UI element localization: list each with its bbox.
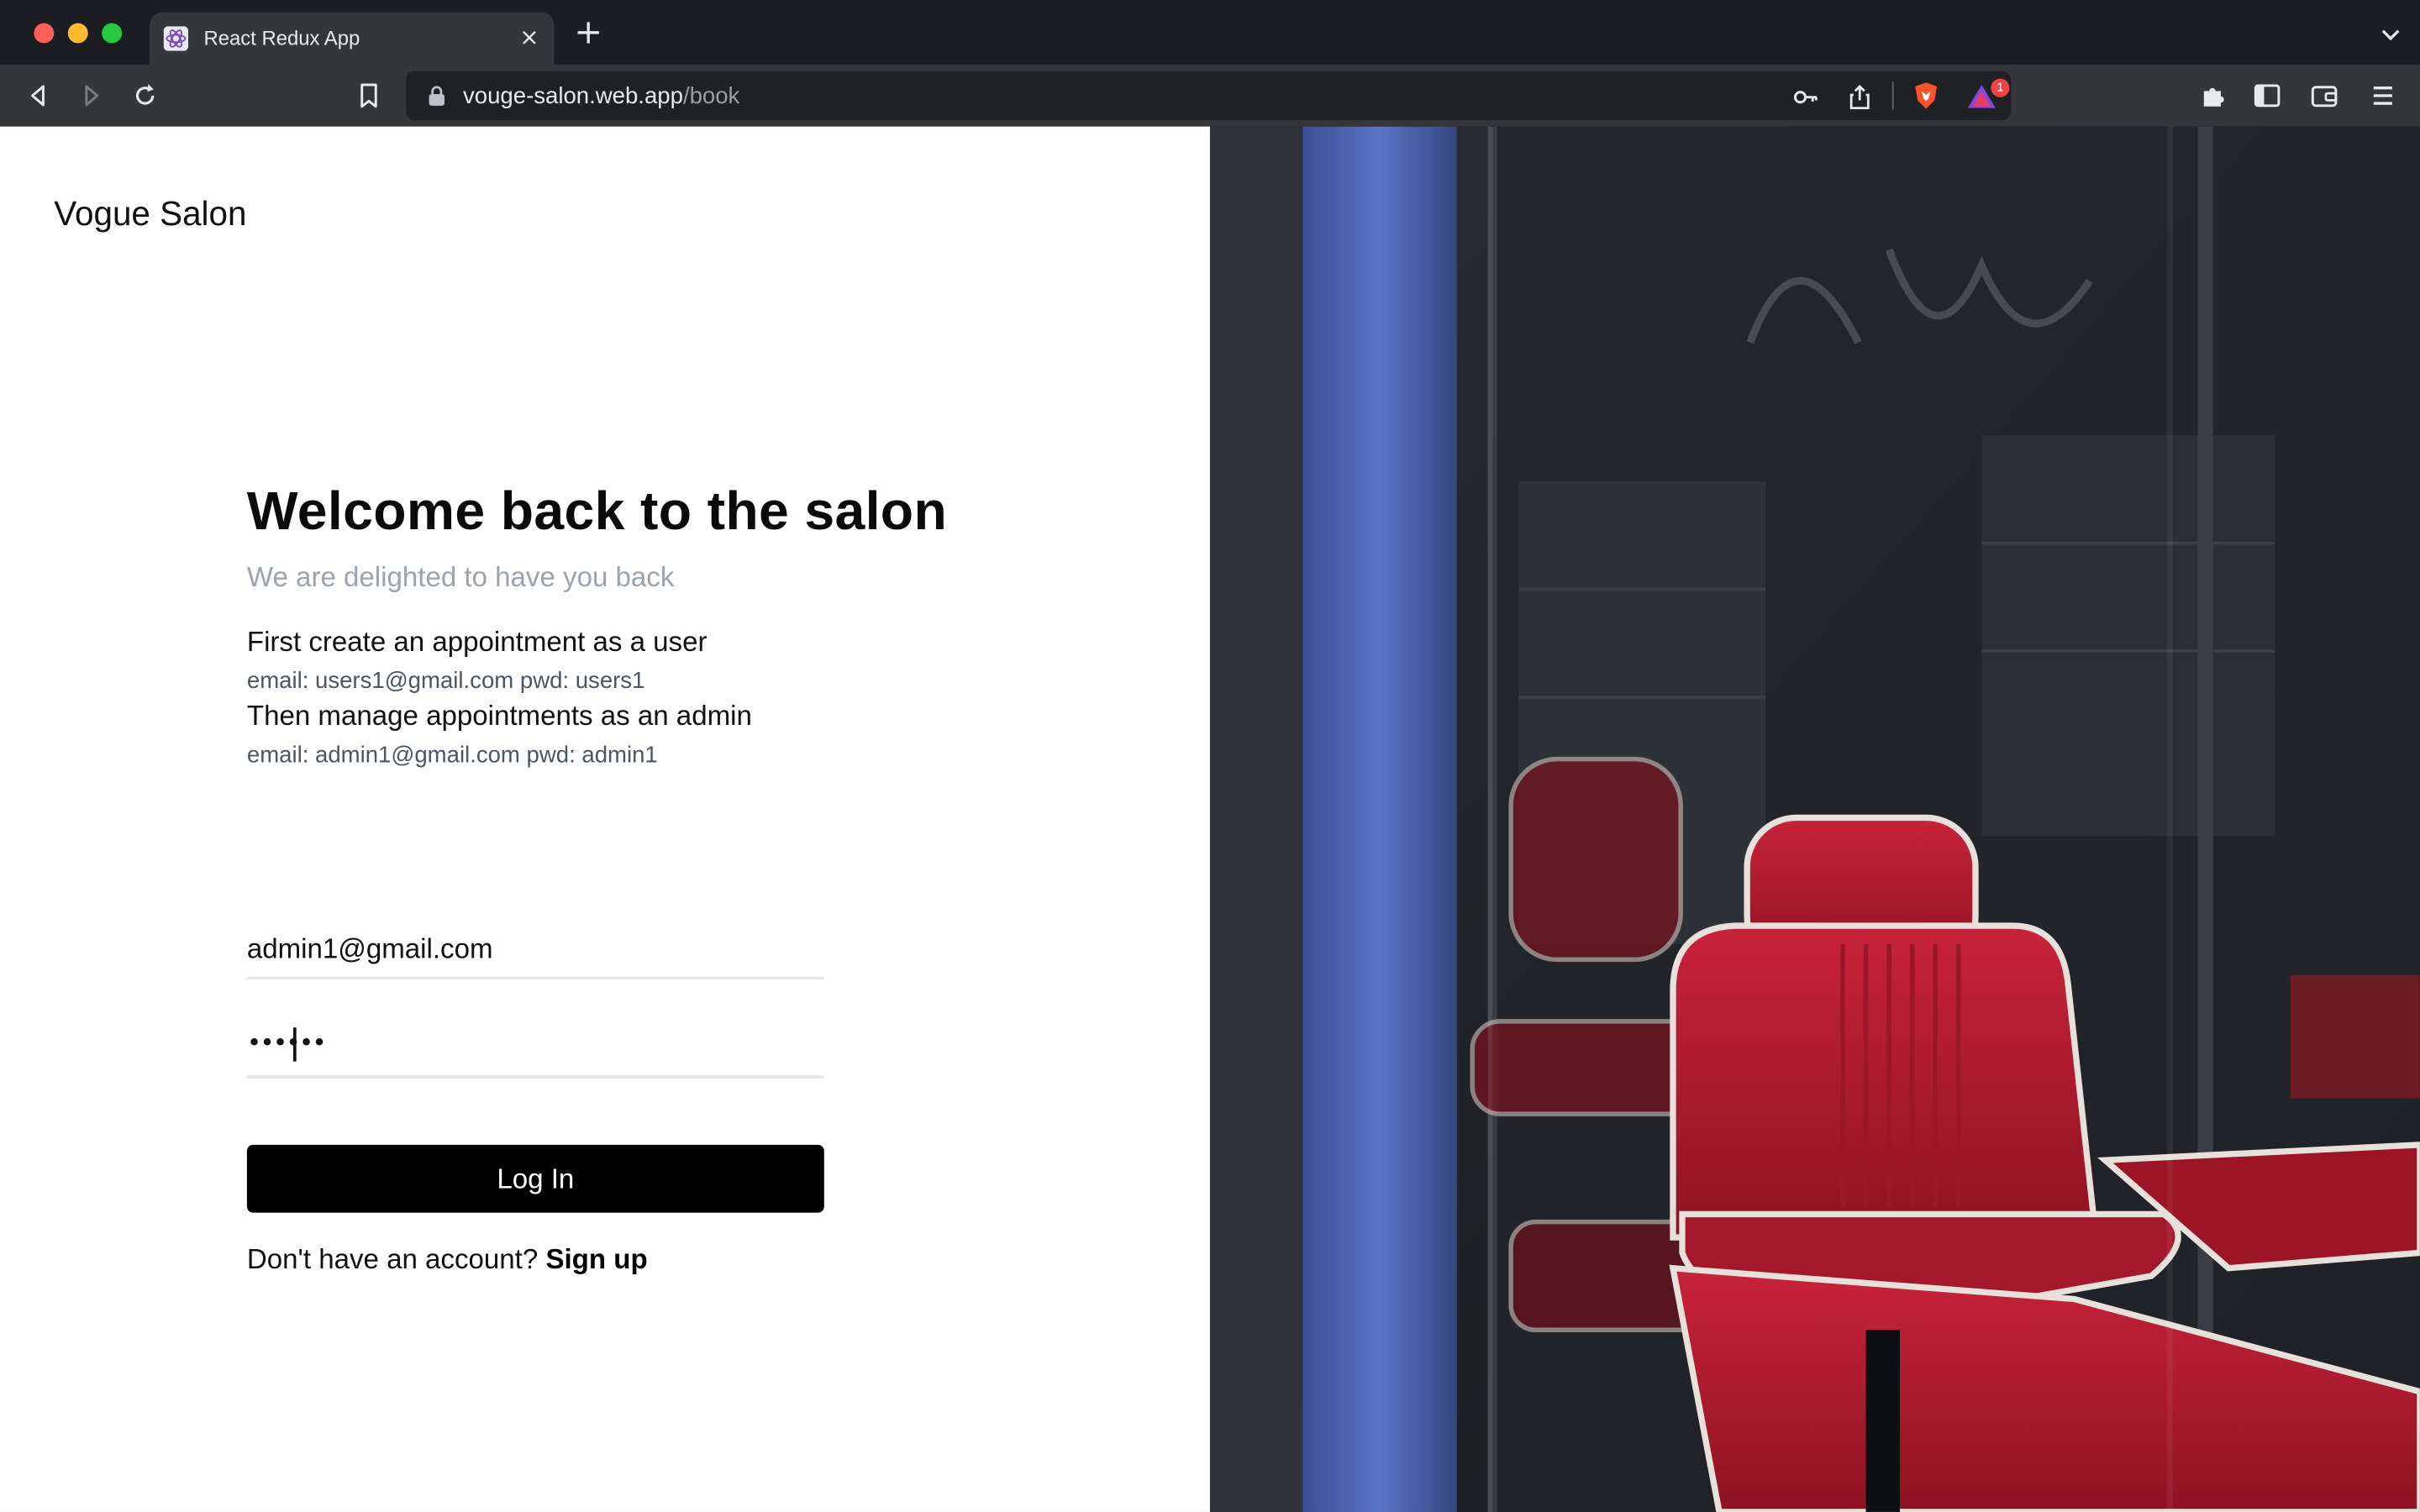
- forward-icon[interactable]: [76, 81, 107, 112]
- text-caret: [292, 1027, 296, 1062]
- lock-icon[interactable]: [428, 85, 446, 107]
- tab-bar: React Redux App × +: [0, 0, 2420, 66]
- page-subtitle: We are delighted to have you back: [246, 561, 675, 593]
- tab-title: React Redux App: [203, 26, 360, 50]
- instruction-admin-credentials: email: admin1@gmail.com pwd: admin1: [246, 742, 658, 769]
- toolbar-divider: [1891, 81, 1894, 110]
- instruction-user-title: First create an appointment as a user: [246, 626, 708, 658]
- login-button[interactable]: Log In: [246, 1144, 824, 1213]
- signup-prompt-text: Don't have an account?: [246, 1243, 539, 1275]
- minimize-window-button[interactable]: [67, 23, 88, 44]
- chevron-down-icon[interactable]: [2380, 24, 2402, 45]
- menu-icon[interactable]: [2367, 81, 2398, 112]
- brave-shield-icon[interactable]: [1911, 81, 1942, 112]
- maximize-window-button[interactable]: [102, 23, 123, 44]
- browser-tab[interactable]: React Redux App ×: [150, 12, 555, 66]
- salon-hero-image: [1209, 126, 2420, 1512]
- extensions-icon[interactable]: [2197, 81, 2228, 112]
- wallet-icon[interactable]: [2309, 81, 2340, 112]
- sidebar-icon[interactable]: [2252, 81, 2283, 112]
- url-text: vouge-salon.web.app/book: [463, 83, 739, 109]
- url-host: vouge-salon.web.app: [463, 83, 683, 110]
- signup-prompt: Don't have an account? Sign up: [247, 1243, 648, 1276]
- reload-icon[interactable]: [129, 81, 160, 112]
- login-panel: Vogue Salon Welcome back to the salon We…: [0, 126, 1210, 1512]
- signup-link[interactable]: Sign up: [545, 1243, 647, 1274]
- share-icon[interactable]: [1846, 83, 1874, 111]
- close-tab-icon[interactable]: ×: [517, 24, 541, 49]
- instruction-admin-title: Then manage appointments as an admin: [246, 700, 752, 732]
- bookmark-icon[interactable]: [354, 81, 385, 112]
- browser-window: React Redux App × + vouge-salon.web.app/…: [0, 0, 2420, 1512]
- back-icon[interactable]: [24, 81, 55, 112]
- brand-logo[interactable]: Vogue Salon: [54, 194, 246, 234]
- new-tab-button[interactable]: +: [574, 16, 602, 50]
- react-favicon-icon: [163, 26, 189, 51]
- close-window-button[interactable]: [34, 23, 55, 44]
- notification-badge: 1: [1991, 78, 2010, 97]
- browser-toolbar: vouge-salon.web.app/book 1: [0, 65, 2420, 127]
- instruction-user-credentials: email: users1@gmail.com pwd: users1: [246, 668, 645, 695]
- password-masked-value: ••••••: [246, 1027, 327, 1058]
- key-icon[interactable]: [1791, 83, 1819, 111]
- address-bar[interactable]: vouge-salon.web.app/book 1: [406, 71, 2012, 121]
- email-field[interactable]: [246, 921, 824, 980]
- page-title: Welcome back to the salon: [246, 481, 948, 542]
- barber-chair-illustration: [1209, 126, 2420, 1512]
- password-field[interactable]: [246, 1020, 824, 1079]
- url-path: /book: [682, 83, 740, 110]
